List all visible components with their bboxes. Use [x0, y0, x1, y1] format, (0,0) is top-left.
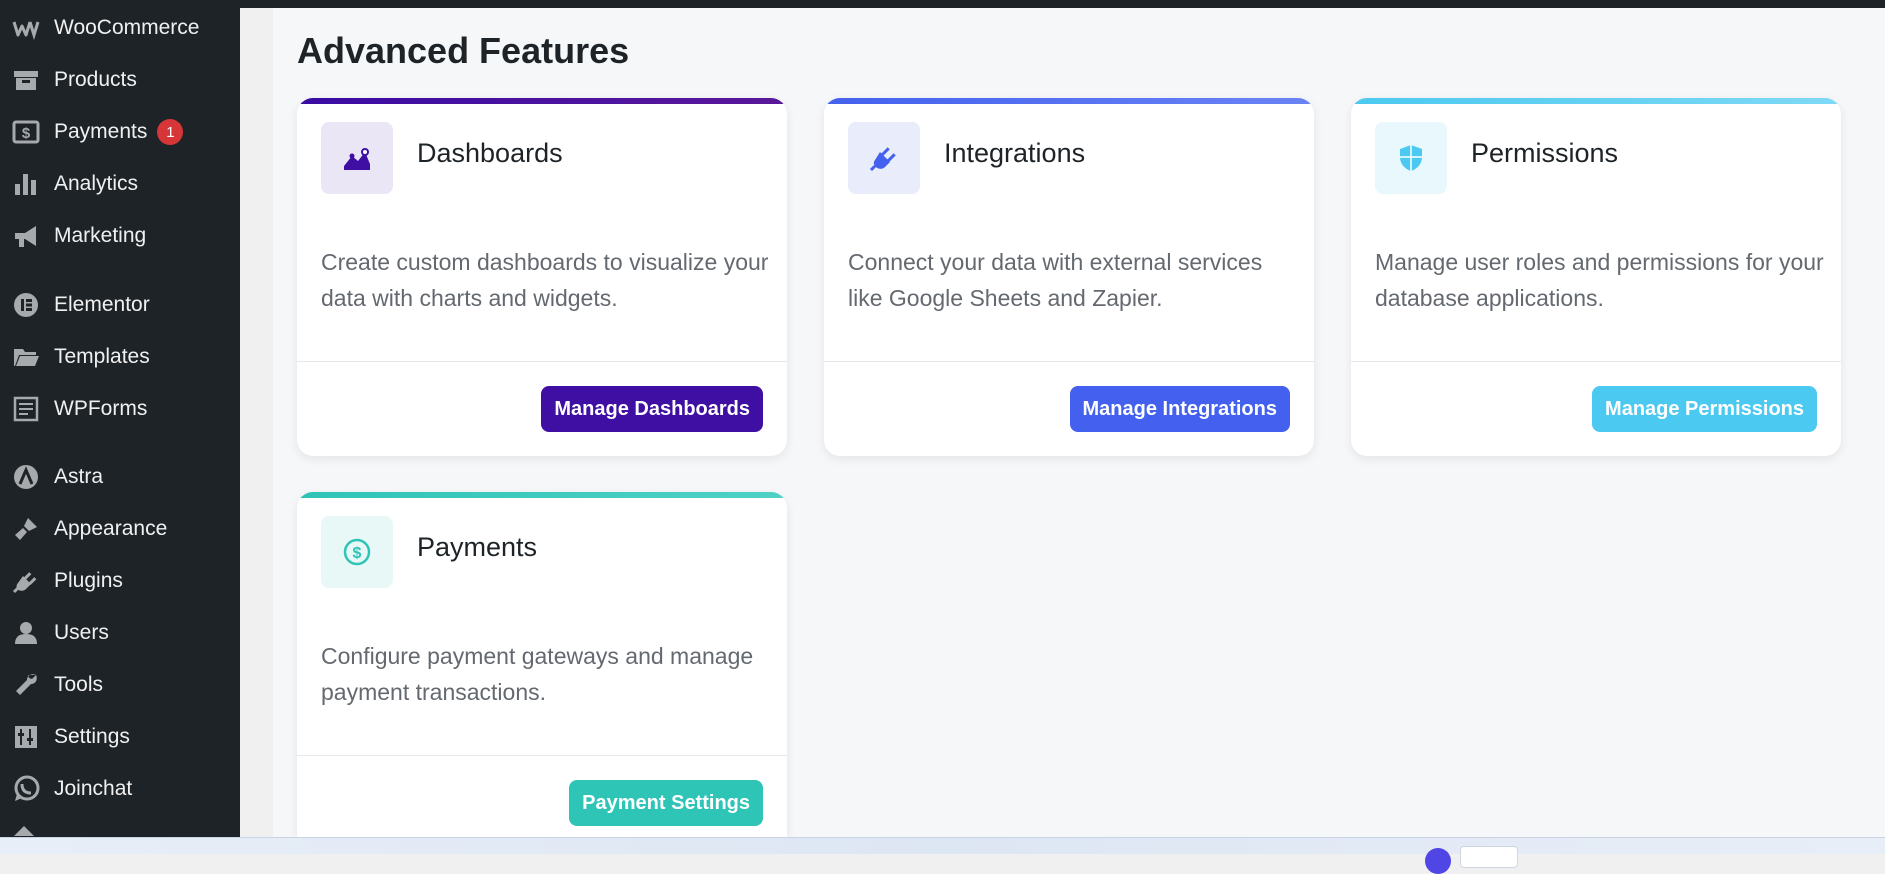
card-title: Payments: [417, 532, 538, 562]
sidebar-item-templates[interactable]: Templates: [0, 335, 240, 379]
svg-text:$: $: [353, 545, 362, 562]
sidebar-item-elementor[interactable]: Elementor: [0, 283, 240, 327]
sidebar-item-label: Tools: [54, 673, 104, 696]
card-description: Connect your data with external services…: [848, 249, 1263, 311]
sidebar-item-tools[interactable]: Tools: [0, 663, 240, 707]
sidebar-item-astra[interactable]: Astra: [0, 455, 240, 499]
sidebar-item-plugins[interactable]: Plugins: [0, 559, 240, 603]
astra-icon: [12, 463, 40, 491]
brush-icon: [12, 515, 40, 543]
plug-icon: [848, 122, 920, 194]
sliders-icon: [12, 723, 40, 751]
plug-icon: [12, 567, 40, 595]
manage-permissions-button[interactable]: Manage Permissions: [1592, 386, 1817, 432]
sidebar-item-label: Users: [54, 621, 109, 644]
sidebar-item-label: Elementor: [54, 293, 150, 316]
wrench-icon: [12, 671, 40, 699]
collapse-menu-icon[interactable]: [14, 826, 34, 836]
user-icon: [12, 619, 40, 647]
card-divider: [824, 361, 1314, 362]
manage-integrations-button[interactable]: Manage Integrations: [1069, 386, 1290, 432]
card-divider: [1351, 361, 1841, 362]
sidebar-item-label: Marketing: [54, 224, 147, 247]
sidebar-item-label: WooCommerce: [54, 16, 200, 39]
page-title: Advanced Features: [297, 30, 630, 71]
sidebar-item-label: Templates: [54, 345, 150, 368]
card-title: Permissions: [1471, 138, 1619, 168]
feature-card-dashboards: Dashboards Create custom dashboards to v…: [297, 98, 787, 456]
status-box: [1460, 846, 1518, 868]
feature-card-permissions: Permissions Manage user roles and permis…: [1351, 98, 1841, 456]
archive-icon: [12, 66, 40, 94]
feature-card-integrations: Integrations Connect your data with exte…: [824, 98, 1314, 456]
avatar[interactable]: [1425, 848, 1451, 874]
card-title: Dashboards: [417, 138, 563, 168]
sidebar-item-label: Astra: [54, 465, 104, 488]
sidebar-item-label: Appearance: [54, 517, 168, 540]
folder-icon: [12, 343, 40, 371]
sidebar-item-label: Joinchat: [54, 777, 133, 800]
card-accent-bar: [824, 98, 1314, 104]
sidebar-item-label: Plugins: [54, 569, 123, 592]
sidebar-item-appearance[interactable]: Appearance: [0, 507, 240, 551]
sidebar-item-payments[interactable]: $ Payments 1: [0, 110, 240, 154]
card-accent-bar: [1351, 98, 1841, 104]
shield-icon: [1375, 122, 1447, 194]
sidebar-item-label: Analytics: [54, 172, 139, 195]
sidebar-item-analytics[interactable]: Analytics: [0, 162, 240, 206]
admin-top-bar: [240, 0, 1885, 8]
card-description: Create custom dashboards to visualize yo…: [321, 249, 769, 311]
megaphone-icon: [12, 222, 40, 250]
form-icon: [12, 395, 40, 423]
sidebar-item-label: Settings: [54, 725, 130, 748]
card-divider: [297, 755, 787, 756]
svg-text:$: $: [22, 125, 31, 142]
sidebar-item-joinchat[interactable]: Joinchat: [0, 767, 240, 811]
card-description: Configure payment gateways and manage pa…: [321, 643, 754, 705]
sidebar-item-marketing[interactable]: Marketing: [0, 214, 240, 258]
sidebar-item-label: Payments: [54, 120, 148, 143]
dollar-icon: $: [12, 118, 40, 146]
card-description: Manage user roles and permissions for yo…: [1375, 249, 1824, 311]
admin-sidebar: WooCommerce Products $ Payments 1 Analyt…: [0, 0, 240, 837]
feature-card-payments: $ Payments Configure payment gateways an…: [297, 492, 787, 837]
sidebar-item-label: WPForms: [54, 397, 148, 420]
browser-bottom-strip: [0, 837, 1885, 854]
sidebar-item-wpforms[interactable]: WPForms: [0, 387, 240, 431]
elementor-icon: [12, 291, 40, 319]
card-accent-bar: [297, 492, 787, 498]
sidebar-item-settings[interactable]: Settings: [0, 715, 240, 759]
woocommerce-icon: [12, 14, 40, 42]
sidebar-item-products[interactable]: Products: [0, 58, 240, 102]
chart-line-icon: [321, 122, 393, 194]
payment-settings-button[interactable]: Payment Settings: [569, 780, 763, 826]
card-accent-bar: [297, 98, 787, 104]
bar-chart-icon: [12, 170, 40, 198]
notification-badge: 1: [157, 119, 184, 145]
sidebar-item-label: Products: [54, 68, 137, 91]
manage-dashboards-button[interactable]: Manage Dashboards: [541, 386, 763, 432]
whatsapp-icon: [12, 775, 40, 803]
dollar-circle-icon: $: [321, 516, 393, 588]
card-title: Integrations: [944, 138, 1086, 168]
sidebar-item-users[interactable]: Users: [0, 611, 240, 655]
card-divider: [297, 361, 787, 362]
sidebar-item-woocommerce[interactable]: WooCommerce: [0, 6, 240, 50]
